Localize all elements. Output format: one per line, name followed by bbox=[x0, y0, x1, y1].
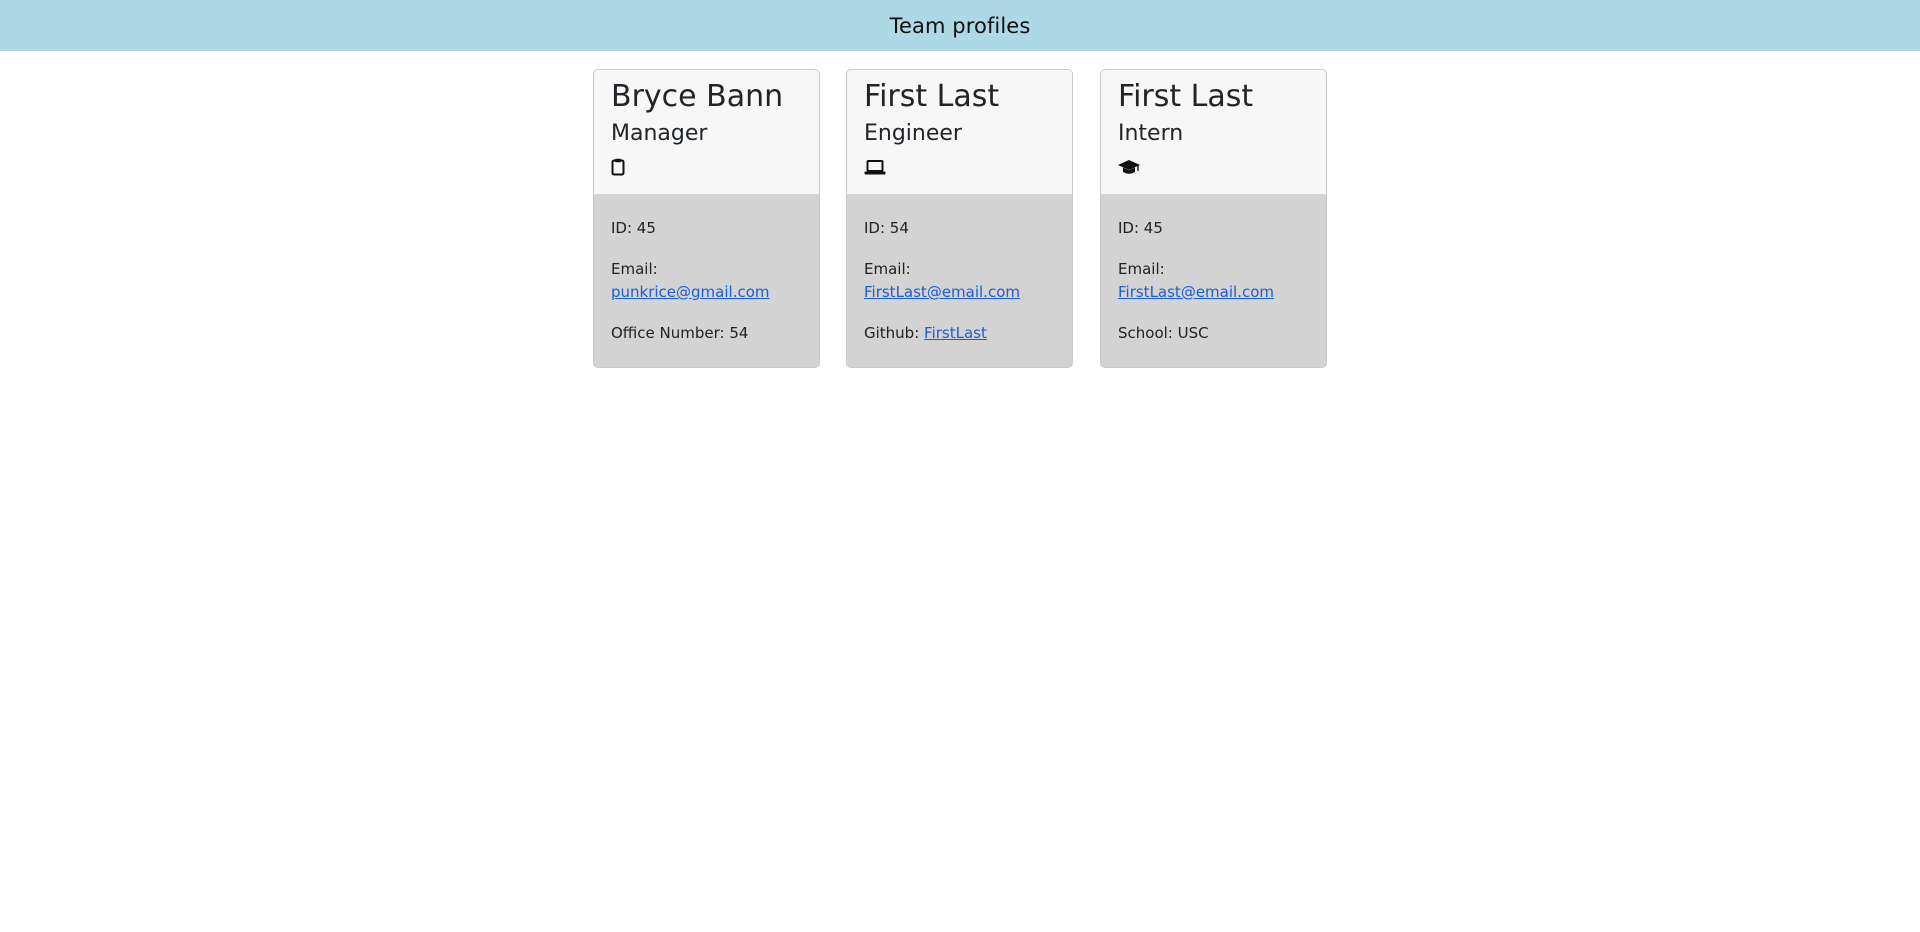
card-header: Bryce Bann Manager bbox=[594, 70, 819, 195]
school-value: USC bbox=[1177, 324, 1209, 342]
page-header: Team profiles bbox=[0, 0, 1920, 51]
card-body: ID: 45 Email: FirstLast@email.com School… bbox=[1101, 195, 1326, 367]
card-body: ID: 45 Email: punkrice@gmail.com Office … bbox=[594, 195, 819, 367]
id-row: ID: 45 bbox=[1118, 219, 1163, 237]
card-header: First Last Intern bbox=[1101, 70, 1326, 195]
employee-name: First Last bbox=[864, 79, 1000, 114]
id-value: 45 bbox=[1143, 219, 1163, 237]
id-row: ID: 45 bbox=[611, 219, 656, 237]
card-body: ID: 54 Email: FirstLast@email.com Github… bbox=[847, 195, 1072, 367]
graduation-cap-icon bbox=[1118, 158, 1309, 176]
id-row: ID: 54 bbox=[864, 219, 909, 237]
profile-card-manager: Bryce Bann Manager ID: 45 Email: punkric… bbox=[593, 69, 820, 368]
employee-role: Engineer bbox=[864, 121, 962, 146]
page-title: Team profiles bbox=[889, 13, 1031, 38]
employee-name: Bryce Bann bbox=[611, 79, 784, 114]
email-link[interactable]: FirstLast@email.com bbox=[1118, 283, 1274, 301]
clipboard-icon bbox=[611, 158, 802, 176]
id-value: 45 bbox=[636, 219, 656, 237]
laptop-icon bbox=[864, 158, 1055, 176]
profile-card-engineer: First Last Engineer ID: 54 Email: FirstL… bbox=[846, 69, 1073, 368]
github-row: Github: FirstLast bbox=[864, 324, 987, 342]
id-value: 54 bbox=[889, 219, 909, 237]
email-row: Email: FirstLast@email.com bbox=[864, 260, 1020, 301]
employee-role: Intern bbox=[1118, 121, 1184, 146]
school-row: School: USC bbox=[1118, 324, 1209, 342]
office-number-value: 54 bbox=[729, 324, 749, 342]
card-header: First Last Engineer bbox=[847, 70, 1072, 195]
profile-card-intern: First Last Intern ID: 45 Email: FirstLas… bbox=[1100, 69, 1327, 368]
email-link[interactable]: FirstLast@email.com bbox=[864, 283, 1020, 301]
email-row: Email: punkrice@gmail.com bbox=[611, 260, 770, 301]
email-row: Email: FirstLast@email.com bbox=[1118, 260, 1274, 301]
office-number-row: Office Number: 54 bbox=[611, 324, 749, 342]
employee-role: Manager bbox=[611, 121, 708, 146]
employee-name: First Last bbox=[1118, 79, 1254, 114]
github-link[interactable]: FirstLast bbox=[924, 324, 987, 342]
email-link[interactable]: punkrice@gmail.com bbox=[611, 283, 770, 301]
